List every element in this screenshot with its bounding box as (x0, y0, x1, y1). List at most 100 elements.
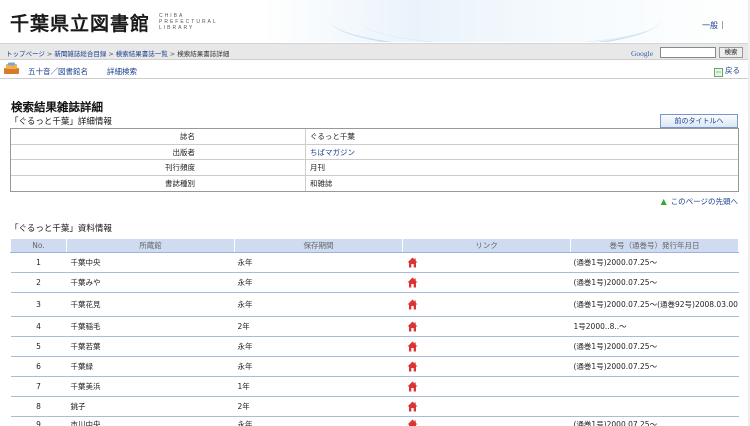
detail-key: 誌名 (180, 132, 195, 141)
detail-row: 誌名 ぐるっと千葉 (11, 129, 738, 145)
volume-info: (通巻1号)2000.07.25～ (570, 272, 739, 293)
house-icon[interactable] (407, 361, 418, 372)
logo-sub-line: LIBRARY (159, 25, 195, 31)
retention-period: 1年 (234, 376, 403, 397)
row-number: 5 (10, 336, 67, 357)
previous-title-button[interactable]: 前のタイトルへ (660, 114, 738, 128)
site-logo[interactable]: 千葉県立図書館 (10, 9, 150, 36)
advanced-search-link[interactable]: 詳細検索 (107, 66, 137, 77)
holdings-row: 6 千葉緑 永年 (通巻1号)2000.07.25～ (10, 356, 739, 377)
volume-info (570, 396, 739, 417)
retention-period: 永年 (234, 272, 403, 293)
col-header-period: 保存期間 (234, 238, 403, 253)
library-name: 千葉稲毛 (66, 316, 235, 337)
col-header-library: 所蔵館 (66, 238, 235, 253)
library-name: 市川中央 (66, 416, 235, 426)
link-cell (402, 376, 571, 397)
link-cell (402, 292, 571, 317)
row-number: 9 (10, 416, 67, 426)
detail-value: 和雑誌 (305, 175, 738, 191)
house-icon[interactable] (407, 341, 418, 352)
library-name: 千葉みや (66, 272, 235, 293)
house-icon[interactable] (407, 277, 418, 288)
link-cell (402, 396, 571, 417)
row-number: 8 (10, 396, 67, 417)
col-header-volume: 巻号（通巻号）発行年月日 (570, 238, 739, 253)
site-logo-sub: CHIBA PREFECTURAL LIBRARY (159, 13, 218, 31)
volume-info (570, 376, 739, 397)
sub-navigation: 五十音／図書館名 詳細検索 ⇦ 戻る (0, 60, 750, 79)
breadcrumb-item-results[interactable]: 検索結果書誌一覧 (116, 50, 168, 58)
breadcrumb-item-top[interactable]: トップページ (6, 50, 45, 58)
detail-table: 誌名 ぐるっと千葉出版者 ちばマガジン刊行頻度 月刊書誌種別 和雑誌 (10, 128, 739, 192)
holdings-row: 1 千葉中央 永年 (通巻1号)2000.07.25～ (10, 252, 739, 273)
retention-period: 永年 (234, 252, 403, 273)
to-top-link[interactable]: ▲ このページの先頭へ (661, 196, 738, 207)
holdings-row: 9 市川中央 永年 (通巻1号)2000.07.25～ (10, 416, 739, 426)
holdings-heading: 「ぐるっと千葉」資料情報 (10, 224, 112, 234)
link-cell (402, 272, 571, 293)
breadcrumb-sep: > (46, 50, 53, 58)
library-name: 千葉中央 (66, 252, 235, 273)
publisher-link[interactable]: ちばマガジン (310, 148, 355, 157)
row-number: 7 (10, 376, 67, 397)
retention-period: 2年 (234, 316, 403, 337)
breadcrumb-bar: トップページ > 新聞雑誌総合目録 > 検索結果書誌一覧 > 検索結果書誌詳細 Google… (0, 43, 750, 60)
breadcrumb: トップページ > 新聞雑誌総合目録 > 検索結果書誌一覧 > 検索結果書誌詳細 (6, 48, 229, 58)
books-icon (4, 62, 19, 74)
house-icon[interactable] (407, 257, 418, 268)
row-number: 4 (10, 316, 67, 337)
retention-period: 永年 (234, 292, 403, 317)
kana-library-search-link[interactable]: 五十音／図書館名 (28, 66, 88, 77)
link-cell (402, 356, 571, 377)
col-header-no: No. (10, 238, 67, 253)
house-icon[interactable] (407, 321, 418, 332)
google-logo: Google (631, 49, 654, 58)
site-header: 千葉県立図書館 CHIBA PREFECTURAL LIBRARY 一般 | (0, 0, 750, 42)
google-search-input[interactable] (660, 47, 716, 58)
to-top-label: このページの先頭へ (670, 197, 738, 206)
detail-row: 刊行頻度 月刊 (11, 160, 738, 176)
detail-row: 書誌種別 和雑誌 (11, 175, 738, 191)
holdings-table: No. 所蔵館 保存期間 リンク 巻号（通巻号）発行年月日 1 千葉中央 永年 (通巻… (10, 238, 739, 426)
row-number: 6 (10, 356, 67, 377)
breadcrumb-sep: > (169, 50, 176, 58)
general-link[interactable]: 一般 (702, 20, 718, 31)
detail-value: ぐるっと千葉 (305, 129, 738, 144)
library-name: 銚子 (66, 396, 235, 417)
library-name: 千葉若葉 (66, 336, 235, 357)
up-arrow-icon: ▲ (660, 197, 667, 206)
house-icon[interactable] (407, 401, 418, 412)
holdings-row: 4 千葉稲毛 2年 1号2000..8..～ (10, 316, 739, 337)
back-link[interactable]: ⇦ 戻る (714, 65, 740, 77)
detail-heading: 「ぐるっと千葉」詳細情報 (10, 117, 112, 127)
row-number: 1 (10, 252, 67, 273)
volume-info: (通巻1号)2000.07.25～ (570, 416, 739, 426)
header-decoration-2 (360, 0, 660, 42)
breadcrumb-item-catalog[interactable]: 新聞雑誌総合目録 (54, 50, 106, 58)
library-name: 千葉花見 (66, 292, 235, 317)
page-title: 検索結果雑誌詳細 (11, 100, 103, 114)
house-icon[interactable] (407, 381, 418, 392)
breadcrumb-current: 検索結果書誌詳細 (177, 50, 230, 58)
detail-key: 出版者 (172, 147, 196, 157)
back-label: 戻る (725, 66, 740, 75)
house-icon[interactable] (407, 419, 418, 426)
link-cell (402, 316, 571, 337)
col-header-link: リンク (402, 238, 571, 253)
holdings-row: 3 千葉花見 永年 (通巻1号)2000.07.25～(通巻92号)2008.03.0… (10, 292, 739, 317)
google-search-button[interactable]: 検索 (719, 47, 743, 58)
breadcrumb-sep: > (108, 50, 114, 58)
holdings-row: 2 千葉みや 永年 (通巻1号)2000.07.25～ (10, 272, 739, 293)
row-number: 3 (10, 292, 67, 317)
volume-info: (通巻1号)2000.07.25～ (570, 252, 739, 273)
detail-key: 書誌種別 (165, 178, 195, 188)
library-name: 千葉美浜 (66, 376, 235, 397)
link-cell (402, 416, 571, 426)
volume-info: (通巻1号)2000.07.25～ (570, 336, 739, 357)
link-cell (402, 336, 571, 357)
house-icon[interactable] (407, 299, 418, 310)
volume-info: (通巻1号)2000.07.25～ (570, 356, 739, 377)
library-name: 千葉緑 (66, 356, 235, 377)
back-icon: ⇦ (714, 68, 723, 77)
